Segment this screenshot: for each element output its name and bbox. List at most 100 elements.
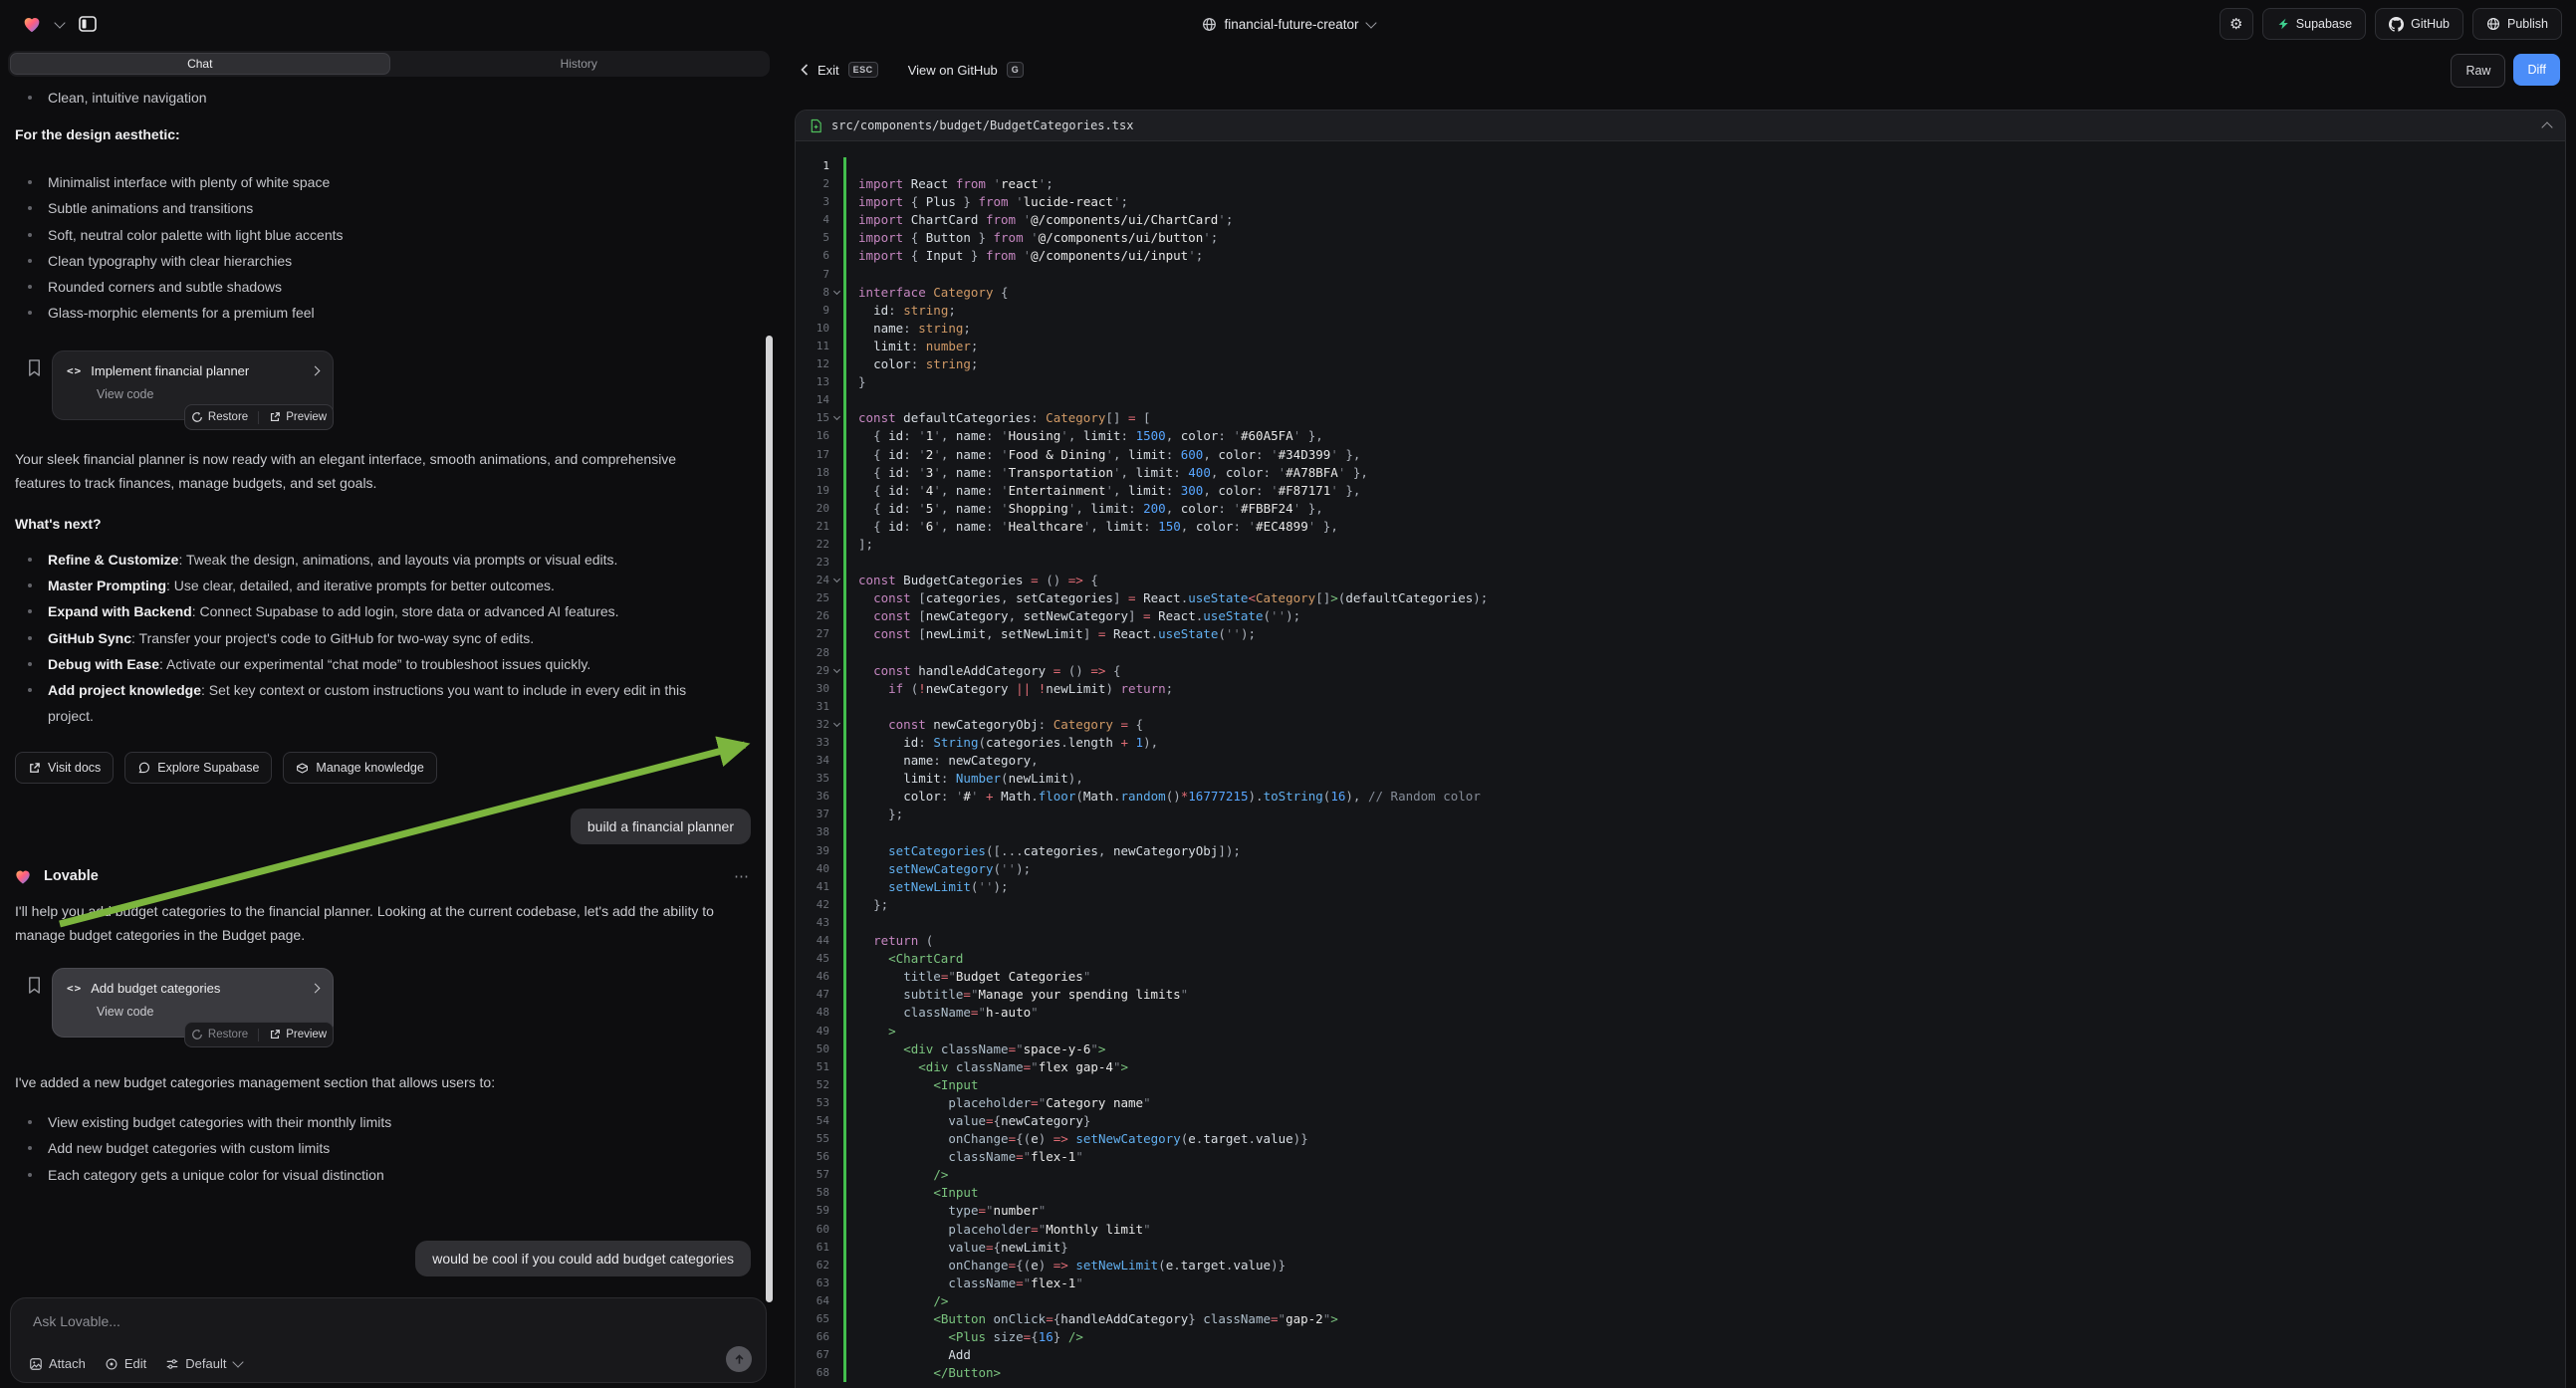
- line-number: 62: [796, 1257, 829, 1274]
- chevron-down-icon[interactable]: [54, 17, 65, 28]
- explore-supabase-button[interactable]: Explore Supabase: [124, 752, 272, 784]
- publish-button[interactable]: Publish: [2472, 8, 2562, 40]
- chat-scrollbar[interactable]: [766, 336, 773, 1302]
- settings-button[interactable]: ⚙: [2220, 8, 2253, 40]
- tab-history[interactable]: History: [390, 53, 769, 75]
- preview-button[interactable]: Preview: [269, 411, 327, 423]
- list-item: Add new budget categories with custom li…: [26, 1135, 713, 1161]
- line-number: 1: [796, 157, 829, 175]
- fold-gutter: [829, 373, 843, 391]
- tab-chat[interactable]: Chat: [10, 53, 390, 75]
- line-number: 24: [796, 572, 829, 589]
- fold-gutter: [829, 211, 843, 229]
- line-number: 42: [796, 896, 829, 914]
- code-text: }: [846, 373, 2565, 391]
- line-number: 41: [796, 878, 829, 896]
- bookmark-icon[interactable]: [26, 976, 43, 995]
- fold-gutter: [829, 1184, 843, 1202]
- fold-gutter: [829, 157, 843, 175]
- project-switcher[interactable]: financial-future-creator: [1201, 0, 1374, 48]
- line-number: 23: [796, 554, 829, 572]
- code-line: 4import ChartCard from '@/components/ui/…: [796, 211, 2565, 229]
- restore-button[interactable]: Restore: [191, 411, 248, 423]
- fold-gutter: [829, 482, 843, 500]
- code-line: 41 setNewLimit('');: [796, 878, 2565, 896]
- fold-gutter: [829, 752, 843, 770]
- view-on-github-button[interactable]: View on GitHub G: [908, 62, 1025, 78]
- fold-chevron-icon[interactable]: [829, 716, 843, 734]
- line-number: 49: [796, 1023, 829, 1041]
- user-message: would be cool if you could add budget ca…: [415, 1241, 751, 1276]
- view-code-link[interactable]: View code: [97, 1005, 319, 1019]
- bookmark-icon[interactable]: [26, 358, 43, 377]
- preview-button[interactable]: Preview: [269, 1029, 327, 1041]
- github-button[interactable]: GitHub: [2375, 8, 2463, 40]
- line-number: 66: [796, 1328, 829, 1346]
- code-text: <div className="space-y-6">: [846, 1041, 2565, 1058]
- code-line: 7: [796, 266, 2565, 284]
- line-number: 54: [796, 1112, 829, 1130]
- fold-chevron-icon[interactable]: [829, 572, 843, 589]
- fold-gutter: [829, 770, 843, 788]
- list-item: Minimalist interface with plenty of whit…: [26, 169, 713, 195]
- line-number: 36: [796, 788, 829, 806]
- visit-docs-button[interactable]: Visit docs: [15, 752, 114, 784]
- code-line: 13}: [796, 373, 2565, 391]
- view-code-link[interactable]: View code: [97, 387, 319, 401]
- line-number: 46: [796, 968, 829, 986]
- diff-button[interactable]: Diff: [2513, 54, 2560, 86]
- external-link-icon: [28, 762, 41, 775]
- fold-chevron-icon[interactable]: [829, 662, 843, 680]
- assistant-paragraph: I'll help you add budget categories to t…: [15, 900, 734, 947]
- fold-gutter: [829, 878, 843, 896]
- fold-gutter: [829, 1292, 843, 1310]
- line-number: 35: [796, 770, 829, 788]
- code-text: <div className="flex gap-4">: [846, 1058, 2565, 1076]
- code-text: { id: '2', name: 'Food & Dining', limit:…: [846, 446, 2565, 464]
- line-number: 20: [796, 500, 829, 518]
- restore-button[interactable]: Restore: [191, 1029, 248, 1041]
- send-button[interactable]: [726, 1346, 752, 1372]
- code-text: [846, 914, 2565, 932]
- fold-gutter: [829, 427, 843, 445]
- code-line: 36 color: '#' + Math.floor(Math.random()…: [796, 788, 2565, 806]
- raw-button[interactable]: Raw: [2451, 54, 2505, 88]
- code-line: 39 setCategories([...categories, newCate…: [796, 842, 2565, 860]
- edit-button[interactable]: Edit: [105, 1356, 146, 1371]
- code-line: 49 >: [796, 1023, 2565, 1041]
- toggle-sidebar-button[interactable]: [72, 8, 104, 40]
- exit-button[interactable]: Exit: [801, 63, 839, 78]
- code-text: placeholder="Monthly limit": [846, 1221, 2565, 1239]
- code-line: 55 onChange={(e) => setNewCategory(e.tar…: [796, 1130, 2565, 1148]
- more-options-icon[interactable]: ⋯: [734, 867, 751, 885]
- code-text: [846, 823, 2565, 841]
- code-text: import React from 'react';: [846, 175, 2565, 193]
- gear-icon: ⚙: [2229, 15, 2242, 33]
- code-line: 66 <Plus size={16} />: [796, 1328, 2565, 1346]
- lovable-logo-menu[interactable]: [16, 8, 48, 40]
- fold-chevron-icon[interactable]: [829, 284, 843, 302]
- assistant-paragraph: Your sleek financial planner is now read…: [15, 448, 718, 495]
- list-item: View existing budget categories with the…: [26, 1109, 713, 1135]
- code-line: 50 <div className="space-y-6">: [796, 1041, 2565, 1058]
- code-line: 30 if (!newCategory || !newLimit) return…: [796, 680, 2565, 698]
- fold-gutter: [829, 391, 843, 409]
- fold-gutter: [829, 986, 843, 1004]
- fold-chevron-icon[interactable]: [829, 409, 843, 427]
- image-icon: [29, 1357, 43, 1371]
- supabase-button[interactable]: Supabase: [2262, 8, 2366, 40]
- line-number: 56: [796, 1148, 829, 1166]
- code-line: 9 id: string;: [796, 302, 2565, 320]
- chat-input[interactable]: [31, 1311, 746, 1345]
- fold-gutter: [829, 1112, 843, 1130]
- code-panel: Exit ESC View on GitHub G Raw Diff src/c…: [783, 48, 2576, 1388]
- file-header[interactable]: src/components/budget/BudgetCategories.t…: [796, 111, 2565, 141]
- view-on-github-label: View on GitHub: [908, 63, 998, 78]
- code-line: 52 <Input: [796, 1076, 2565, 1094]
- mode-selector[interactable]: Default: [165, 1356, 242, 1371]
- manage-knowledge-button[interactable]: Manage knowledge: [283, 752, 436, 784]
- line-number: 64: [796, 1292, 829, 1310]
- attach-button[interactable]: Attach: [29, 1356, 86, 1371]
- collapse-chevron-icon[interactable]: [2541, 121, 2552, 132]
- fold-gutter: [829, 823, 843, 841]
